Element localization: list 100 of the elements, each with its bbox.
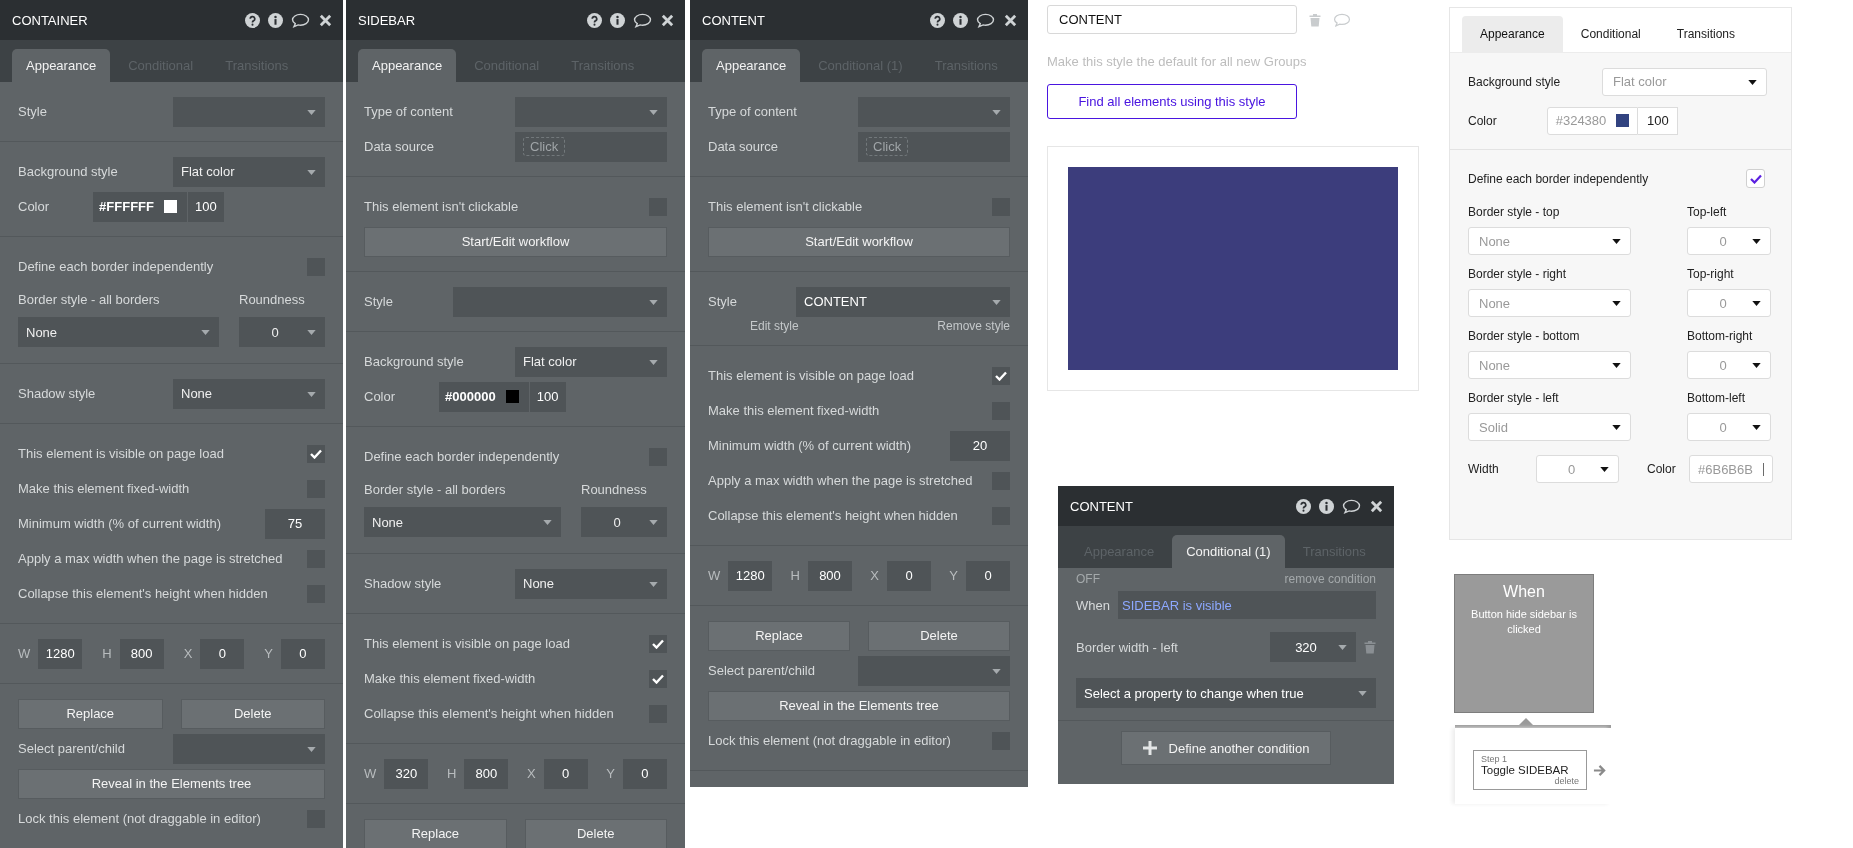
panel-tab[interactable]: Conditional (1562, 16, 1659, 52)
action-button[interactable]: Replace (364, 818, 507, 848)
action-step[interactable]: Step 1 Toggle SIDEBAR delete (1473, 750, 1587, 790)
comment-icon[interactable] (291, 12, 310, 28)
panel-tab[interactable]: Appearance (1462, 16, 1563, 52)
style-name-field[interactable]: CONTENT (1047, 5, 1297, 34)
dropdown[interactable]: Flat color (173, 156, 325, 187)
dropdown[interactable]: 0 (239, 317, 325, 347)
number-field[interactable]: 0 (966, 560, 1010, 591)
checkbox[interactable] (307, 444, 325, 463)
checkbox[interactable] (992, 366, 1010, 385)
step-action: Toggle SIDEBAR (1481, 764, 1570, 776)
help-icon[interactable] (245, 12, 260, 28)
delete-link[interactable]: delete (1554, 776, 1579, 786)
checkbox[interactable] (649, 669, 667, 688)
checkbox[interactable] (649, 634, 667, 653)
dropdown[interactable]: 0 (1687, 289, 1771, 317)
help-icon[interactable] (587, 12, 602, 28)
trash-icon[interactable] (1364, 640, 1376, 654)
close-icon[interactable] (318, 12, 333, 28)
action-button[interactable]: Delete (524, 818, 667, 848)
color-field[interactable]: #FFFFFF (93, 191, 187, 222)
number-field[interactable]: 800 (464, 758, 509, 789)
action-button[interactable]: Start/Edit workflow (364, 226, 667, 257)
input-field[interactable]: Click (858, 131, 1010, 162)
remove-condition-link[interactable]: remove condition (1284, 572, 1376, 586)
number-field[interactable]: 800 (808, 560, 852, 591)
comment-icon[interactable] (976, 12, 995, 28)
dropdown[interactable]: None (1468, 227, 1631, 255)
panel-tab[interactable]: Appearance (12, 49, 111, 82)
close-icon[interactable] (1003, 12, 1018, 28)
action-button[interactable]: Reveal in the Elements tree (708, 690, 1010, 721)
number-field[interactable]: 0 (623, 758, 667, 789)
panel-tab[interactable]: Transitions (1658, 16, 1753, 52)
dropdown[interactable]: 0 (1687, 227, 1771, 255)
dropdown[interactable]: None (1468, 289, 1631, 317)
opacity-field[interactable]: 100 (187, 191, 224, 222)
action-button[interactable]: Reveal in the Elements tree (18, 768, 325, 799)
action-button[interactable]: Start/Edit workflow (708, 226, 1010, 257)
close-icon[interactable] (1369, 498, 1384, 514)
number-field[interactable]: 0 (280, 638, 325, 669)
number-field[interactable]: 0 (543, 758, 588, 789)
dropdown[interactable]: None (364, 507, 561, 537)
event-card[interactable]: When Button hide sidebar is clicked (1454, 574, 1594, 713)
plus-icon (1142, 741, 1157, 755)
panel-tab[interactable]: Appearance (358, 49, 457, 82)
dropdown[interactable]: 320 (1270, 632, 1356, 662)
action-button[interactable]: Replace (18, 698, 163, 729)
dropdown[interactable]: 0 (1536, 455, 1619, 483)
close-icon[interactable] (660, 12, 675, 28)
condition-expression[interactable]: SIDEBAR is visible (1117, 591, 1376, 619)
number-field[interactable]: 20 (950, 430, 1010, 461)
style-link[interactable]: Remove style (937, 319, 1010, 333)
dropdown[interactable]: None (1468, 351, 1631, 379)
action-button[interactable]: Delete (180, 698, 325, 729)
number-field[interactable]: 1280 (728, 560, 773, 591)
action-button[interactable]: Delete (868, 620, 1010, 651)
help-icon[interactable] (1296, 498, 1311, 514)
dropdown[interactable]: None (173, 378, 325, 409)
comment-icon[interactable] (633, 12, 652, 28)
dropdown[interactable]: None (515, 568, 667, 599)
input-field[interactable]: Click (515, 131, 667, 162)
panel-tab[interactable]: Conditional (1) (1172, 535, 1285, 568)
define-condition-button[interactable]: Define another condition (1121, 731, 1331, 765)
number-field[interactable]: 800 (119, 638, 164, 669)
info-icon[interactable] (1319, 498, 1334, 514)
dropdown[interactable]: Flat color (515, 346, 667, 377)
opacity-field[interactable]: 100 (529, 381, 566, 412)
dropdown[interactable]: Solid (1468, 413, 1631, 441)
comment-icon[interactable] (1342, 498, 1361, 514)
property-dropdown[interactable]: Select a property to change when true (1076, 678, 1376, 708)
opacity-field[interactable]: 100 (1638, 106, 1679, 135)
field-label: Data source (364, 139, 435, 154)
panel-tab[interactable]: Appearance (702, 49, 801, 82)
checkbox[interactable] (1746, 169, 1765, 188)
number-field[interactable]: 320 (384, 758, 429, 789)
dropdown[interactable]: 0 (1687, 413, 1771, 441)
color-field[interactable]: #000000 (439, 381, 529, 412)
number-field[interactable]: 0 (200, 638, 245, 669)
dropdown[interactable]: 0 (1687, 351, 1771, 379)
color-field[interactable]: #324380 (1546, 106, 1639, 135)
number-field[interactable]: 75 (265, 508, 325, 539)
info-icon[interactable] (953, 12, 968, 28)
arrow-icon[interactable] (1593, 763, 1606, 777)
dropdown[interactable]: Flat color (1602, 67, 1767, 96)
click-placeholder[interactable]: Click (523, 137, 566, 156)
info-icon[interactable] (268, 12, 283, 28)
color-field[interactable]: #6B6B6B (1689, 455, 1773, 483)
click-placeholder[interactable]: Click (866, 137, 909, 156)
find-elements-button[interactable]: Find all elements using this style (1047, 84, 1297, 119)
checkbox-label: Collapse this element's height when hidden (708, 508, 958, 523)
dropdown[interactable]: 0 (581, 507, 667, 537)
info-icon[interactable] (610, 12, 625, 28)
number-field[interactable]: 0 (887, 560, 931, 591)
dropdown[interactable]: None (18, 317, 219, 347)
help-icon[interactable] (930, 12, 945, 28)
dropdown[interactable]: CONTENT (796, 286, 1010, 317)
number-field[interactable]: 1280 (38, 638, 83, 669)
style-link[interactable]: Edit style (750, 319, 799, 333)
action-button[interactable]: Replace (708, 620, 850, 651)
